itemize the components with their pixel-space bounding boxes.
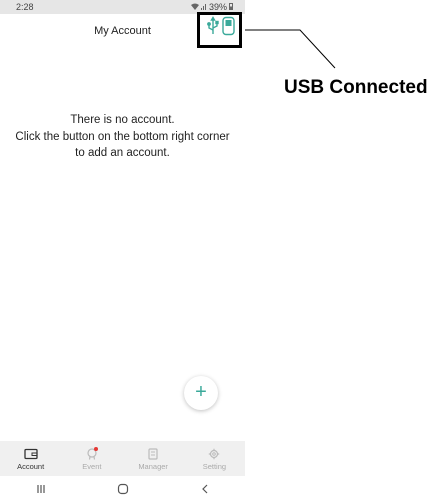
nav-label-setting: Setting [202,462,227,471]
plus-icon: + [195,381,207,403]
nav-label-manager: Manager [138,462,168,471]
nav-label-account: Account [17,462,45,471]
status-indicators: 39% [190,2,233,12]
nav-item-account[interactable]: Account [0,441,61,476]
empty-state-line-1: There is no account. [70,114,175,126]
nav-item-event[interactable]: Event [61,441,122,476]
bottom-navigation: Account Event Manager Setting [0,441,245,476]
empty-state-line-2: Click the button on the bottom right cor… [15,130,230,143]
usb-connected-callout: USB Connected [284,77,428,98]
home-icon[interactable] [117,483,129,498]
system-navigation-bar [0,476,245,504]
phone-screen: 2:28 39% My Account There is no account.… [0,0,245,504]
wifi-icon [190,3,199,12]
usb-highlight-box [197,12,242,48]
signal-icon [200,3,207,12]
battery-level: 39% [208,2,227,12]
wallet-icon [23,448,38,460]
empty-state-line-3: to add an account. [75,147,170,159]
nav-label-event: Event [82,462,102,471]
add-account-button[interactable]: + [184,376,218,410]
nav-item-manager[interactable]: Manager [123,441,184,476]
device-icon [148,448,158,460]
back-icon[interactable] [200,483,210,497]
battery-icon [229,2,233,12]
empty-state-message: There is no account. Click the button on… [0,112,245,162]
gear-icon [209,448,220,460]
status-time: 2:28 [16,2,34,12]
nav-item-setting[interactable]: Setting [184,441,245,476]
recent-apps-icon[interactable] [36,483,46,497]
